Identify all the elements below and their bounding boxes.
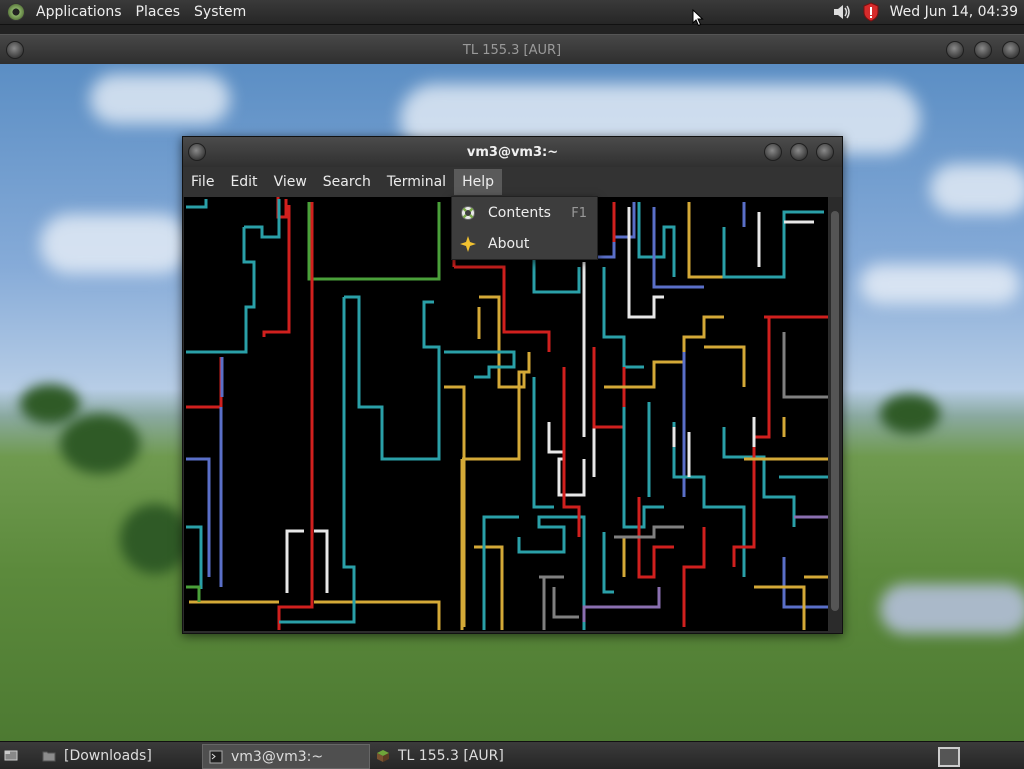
game-block-icon — [377, 749, 389, 762]
terminal-screen[interactable] — [184, 197, 828, 631]
clock[interactable]: Wed Jun 14, 04:39 — [890, 4, 1024, 20]
taskbar-item-label: TL 155.3 [AUR] — [398, 747, 504, 764]
terminal-close-button[interactable] — [816, 143, 834, 161]
show-desktop-icon[interactable] — [4, 748, 18, 762]
terminal-menubar: File Edit View Search Terminal Help — [183, 167, 842, 197]
menu-terminal[interactable]: Terminal — [379, 169, 454, 195]
menu-file[interactable]: File — [183, 169, 222, 195]
terminal-maximize-button[interactable] — [790, 143, 808, 161]
menu-help[interactable]: Help — [454, 169, 502, 195]
top-panel: Applications Places System Wed Jun 14, 0… — [0, 0, 1024, 25]
pipes-screensaver-output — [186, 197, 828, 630]
help-menu-dropdown: Contents F1 About — [451, 196, 598, 260]
menu-view[interactable]: View — [266, 169, 315, 195]
taskbar-item-terminal[interactable]: vm3@vm3:~ — [202, 744, 370, 769]
terminal-window-menu-button[interactable] — [188, 143, 206, 161]
terminal-icon — [209, 750, 223, 763]
background-window-title: TL 155.3 [AUR] — [462, 42, 562, 58]
taskbar-item-label: [Downloads] — [64, 747, 152, 764]
terminal-scrollbar[interactable] — [829, 197, 841, 631]
about-star-icon — [460, 236, 476, 252]
taskbar-item-game[interactable]: TL 155.3 [AUR] — [370, 744, 550, 767]
close-button[interactable] — [1002, 41, 1020, 59]
panel-menu: Applications Places System — [29, 0, 253, 24]
places-menu[interactable]: Places — [129, 4, 188, 20]
applications-menu[interactable]: Applications — [29, 4, 129, 20]
background-window-titlebar[interactable]: TL 155.3 [AUR] — [0, 34, 1024, 65]
workspace-switcher[interactable] — [938, 747, 960, 767]
mouse-cursor-icon — [692, 9, 704, 27]
taskbar-item-downloads[interactable]: [Downloads] — [36, 744, 196, 767]
terminal-minimize-button[interactable] — [764, 143, 782, 161]
contents-label: Contents — [488, 205, 551, 221]
about-label: About — [488, 236, 530, 252]
maximize-button[interactable] — [974, 41, 992, 59]
distro-logo-icon[interactable] — [7, 3, 25, 21]
bottom-taskbar: [Downloads] vm3@vm3:~ TL 155.3 [AUR] — [0, 741, 1024, 769]
menu-search[interactable]: Search — [315, 169, 379, 195]
folder-icon — [42, 751, 56, 761]
terminal-titlebar[interactable]: vm3@vm3:~ — [183, 137, 842, 167]
security-shield-icon[interactable] — [862, 2, 880, 22]
system-menu[interactable]: System — [187, 4, 253, 20]
contents-accelerator: F1 — [571, 205, 587, 221]
scrollbar-thumb[interactable] — [831, 211, 839, 611]
menu-edit[interactable]: Edit — [222, 169, 265, 195]
menu-item-contents[interactable]: Contents F1 — [452, 198, 597, 228]
taskbar-item-label: vm3@vm3:~ — [231, 748, 324, 765]
menu-item-about[interactable]: About — [452, 229, 597, 259]
system-tray: Wed Jun 14, 04:39 — [832, 0, 1024, 24]
window-menu-button[interactable] — [6, 41, 24, 59]
terminal-title: vm3@vm3:~ — [466, 144, 559, 160]
help-lifebuoy-icon — [461, 206, 475, 220]
volume-icon[interactable] — [832, 3, 852, 21]
minimize-button[interactable] — [946, 41, 964, 59]
